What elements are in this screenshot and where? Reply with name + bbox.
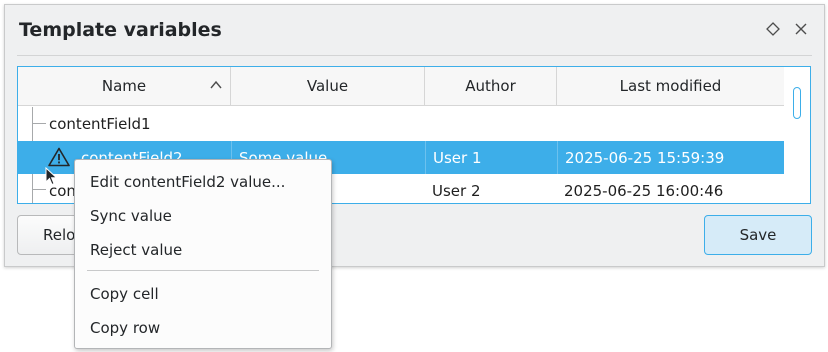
context-menu: Edit contentField2 value... Sync value R… bbox=[74, 159, 332, 349]
save-button-label: Save bbox=[739, 226, 777, 244]
chevron-up-icon bbox=[210, 80, 222, 89]
cell-author: User 2 bbox=[432, 181, 481, 200]
column-header-last-modified-label: Last modified bbox=[619, 77, 722, 95]
cell-last-modified: 2025-06-25 15:59:39 bbox=[557, 141, 784, 174]
menu-item-copy-cell[interactable]: Copy cell bbox=[75, 277, 331, 311]
scrollbar-thumb[interactable] bbox=[793, 87, 801, 119]
column-header-author-label: Author bbox=[465, 77, 516, 95]
reload-button-label: Relo bbox=[43, 226, 76, 244]
title-separator bbox=[17, 55, 812, 56]
menu-item-sync-value[interactable]: Sync value bbox=[75, 199, 331, 233]
menu-item-edit-value[interactable]: Edit contentField2 value... bbox=[75, 165, 331, 199]
column-header-value-label: Value bbox=[306, 77, 349, 95]
menu-separator bbox=[87, 270, 319, 271]
menu-item-copy-row[interactable]: Copy row bbox=[75, 311, 331, 345]
column-header-last-modified[interactable]: Last modified bbox=[557, 67, 784, 105]
pin-icon[interactable] bbox=[763, 19, 783, 39]
tree-row[interactable]: contentField1 bbox=[18, 107, 784, 140]
title-bar: Template variables bbox=[5, 5, 824, 55]
column-header-author[interactable]: Author bbox=[425, 67, 557, 105]
dialog-title: Template variables bbox=[19, 19, 222, 41]
save-button[interactable]: Save bbox=[704, 215, 812, 255]
cell-last-modified: 2025-06-25 16:00:46 bbox=[564, 181, 724, 200]
column-header-name-label: Name bbox=[101, 77, 147, 95]
close-icon[interactable] bbox=[791, 19, 811, 39]
cell-value bbox=[231, 107, 425, 140]
menu-item-reject-value[interactable]: Reject value bbox=[75, 233, 331, 267]
cell-last-modified bbox=[557, 107, 784, 140]
cell-author bbox=[425, 107, 557, 140]
cell-name: contentField1 bbox=[49, 114, 151, 133]
cell-author: User 1 bbox=[425, 141, 557, 174]
tree-header: Name Value Author Last modified bbox=[18, 67, 784, 106]
column-header-value[interactable]: Value bbox=[231, 67, 425, 105]
warning-icon bbox=[48, 147, 70, 167]
mouse-pointer-icon bbox=[45, 167, 58, 186]
vertical-scrollbar[interactable] bbox=[784, 67, 810, 203]
column-header-name[interactable]: Name bbox=[18, 67, 231, 105]
